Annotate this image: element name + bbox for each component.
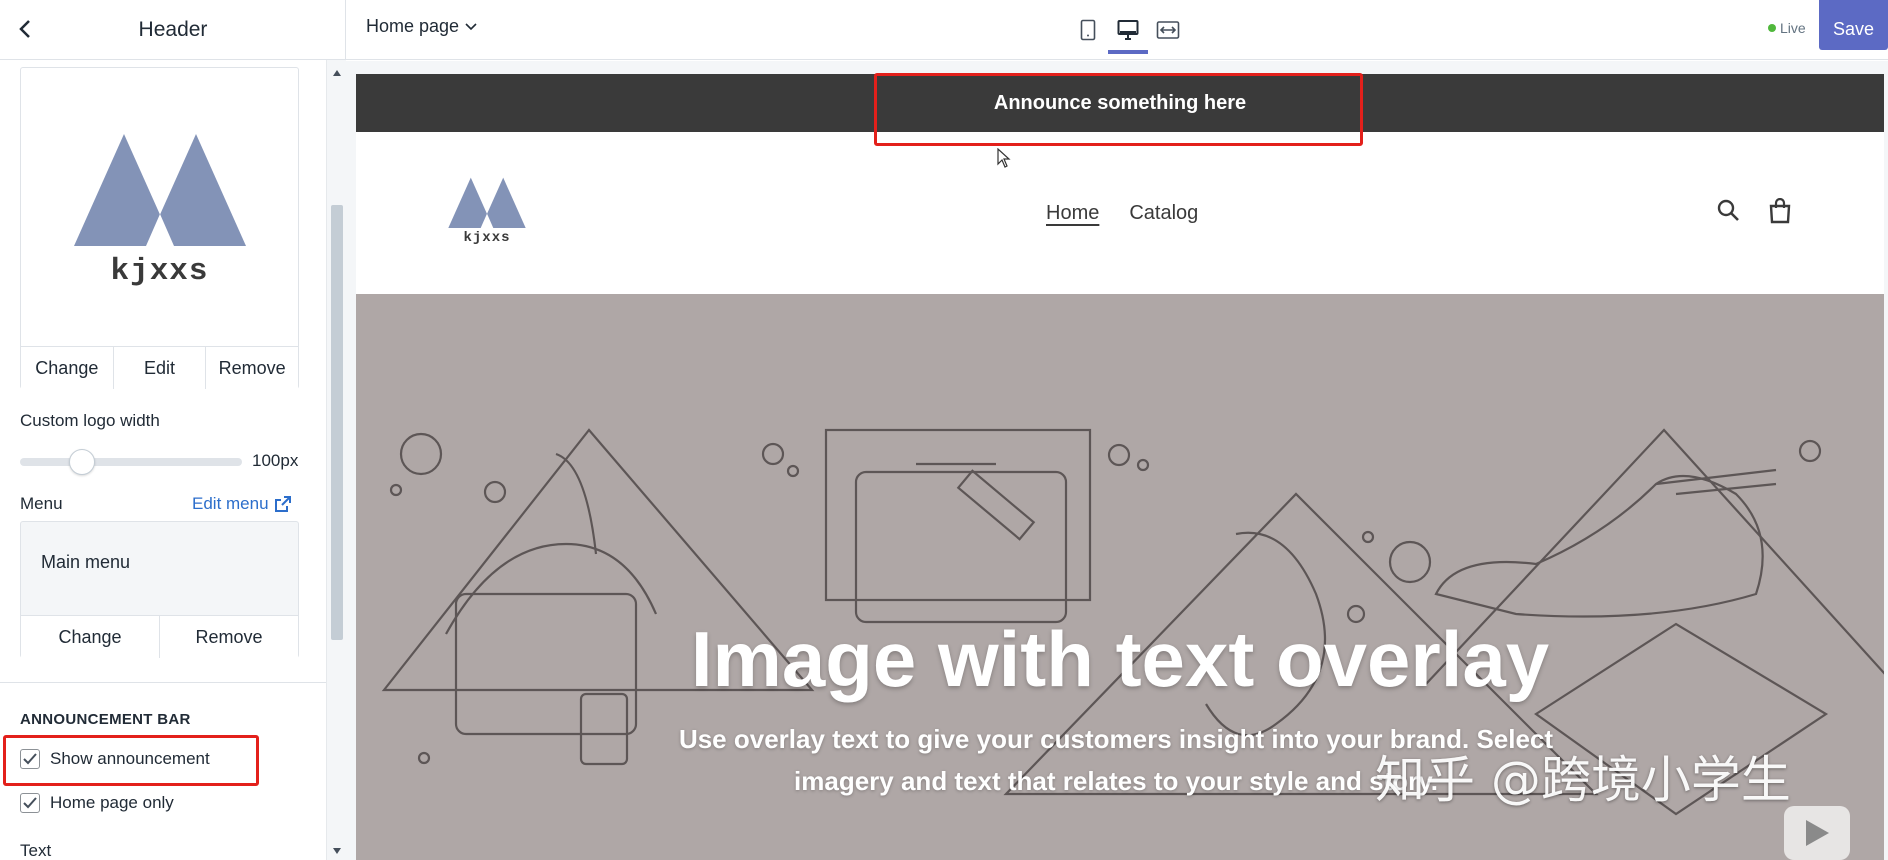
mountains-logo-icon [448,177,526,228]
watermark-text: 知乎 @跨境小学生 [1375,751,1791,809]
page-selector-label: Home page [366,16,460,36]
mobile-icon [1080,19,1096,41]
play-icon [1806,820,1829,846]
logo-edit-button[interactable]: Edit [113,347,207,389]
sidebar-scroll-area: kjxxs Change Edit Remove Custom logo wid… [0,60,326,860]
slider-track [20,458,242,466]
menu-remove-button[interactable]: Remove [160,616,298,658]
live-label: Live [1780,20,1806,36]
editor-topbar: Home page Live Save [346,0,1888,60]
settings-sidebar: Header kjxxs Change Edit Remove Custom l… [0,0,346,860]
sidebar-scrollbar[interactable] [326,60,346,860]
store-nav: Home Catalog [1046,202,1198,225]
announcement-text-label: Text [20,841,52,860]
fullscreen-icon [1156,21,1180,39]
slider-knob[interactable] [69,449,95,475]
highlight-box [3,735,259,786]
search-icon[interactable] [1716,198,1740,222]
announcement-section-title: ANNOUNCEMENT BAR [20,711,191,728]
page-selector[interactable]: Home page [366,16,477,37]
mobile-view-button[interactable] [1074,10,1102,50]
logo-remove-button[interactable]: Remove [206,347,299,389]
store-header: kjxxs Home Catalog [356,132,1884,294]
mouse-cursor [997,147,1011,173]
menu-card: Main menu Change Remove [20,521,299,658]
logo-change-button[interactable]: Change [21,347,114,389]
fullscreen-view-button[interactable] [1154,10,1182,50]
video-play-button[interactable] [1784,806,1850,860]
checkmark-icon [23,797,37,809]
store-logo[interactable]: kjxxs [448,174,526,246]
external-link-icon [274,496,291,512]
chevron-left-icon [19,20,30,38]
home-page-only-checkbox[interactable]: Home page only [20,793,174,813]
hero-title: Image with text overlay [690,615,1550,703]
logo-width-value: 100px [252,451,299,470]
scroll-thumb[interactable] [331,205,343,640]
menu-change-button[interactable]: Change [21,616,160,658]
scroll-down-arrow[interactable] [333,848,341,854]
store-logo-wordmark: kjxxs [463,230,511,246]
sidebar-header: Header [0,0,346,60]
logo-actions: Change Edit Remove [21,346,299,389]
edit-menu-label: Edit menu [192,494,269,513]
back-button[interactable] [10,14,40,44]
menu-actions: Change Remove [21,615,298,658]
live-dot [1768,24,1776,32]
menu-label: Menu [20,494,63,513]
chevron-down-icon [465,22,477,30]
live-status: Live [1768,20,1806,36]
cart-bag-icon[interactable] [1768,198,1792,224]
theme-editor: Header kjxxs Change Edit Remove Custom l… [0,0,1888,860]
scroll-up-arrow[interactable] [333,70,341,76]
highlight-box [874,73,1363,146]
logo-width-label: Custom logo width [20,411,160,430]
edit-menu-link[interactable]: Edit menu [192,494,291,514]
header-icons [1716,198,1792,224]
nav-item-home[interactable]: Home [1046,202,1099,225]
nav-item-catalog[interactable]: Catalog [1129,202,1198,225]
menu-name: Main menu [41,552,131,572]
mountains-logo-icon [73,133,246,246]
desktop-view-button[interactable] [1108,10,1148,54]
logo-width-slider[interactable] [20,446,242,476]
sidebar-title: Header [138,17,208,41]
checkbox[interactable] [20,793,40,813]
section-divider [0,682,326,683]
logo-wordmark: kjxxs [110,253,209,289]
home-page-only-label: Home page only [50,793,174,812]
pointer-icon [997,147,1011,168]
save-button[interactable]: Save [1819,0,1888,50]
device-switcher [1074,10,1182,54]
logo-preview: kjxxs [21,68,298,346]
logo-card: kjxxs Change Edit Remove [20,67,299,389]
desktop-icon [1117,20,1139,40]
